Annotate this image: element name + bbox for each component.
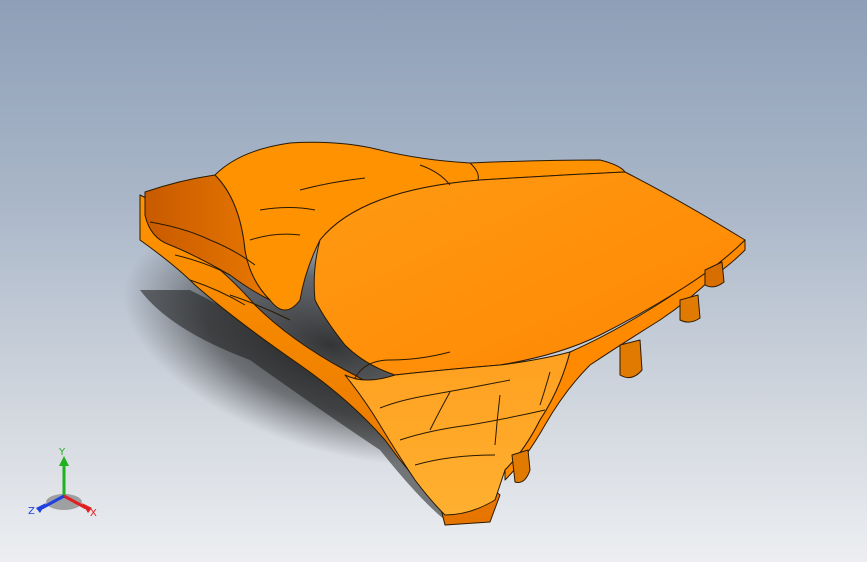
model-view[interactable] [0,0,867,562]
mount-tab-1 [511,449,531,483]
mount-tab-2 [619,339,643,379]
mount-tab-3 [679,294,701,323]
y-axis-label: Y [58,447,66,458]
z-axis-label: Z [28,506,35,517]
axis-triad[interactable]: Y X Z [22,444,106,528]
cad-viewport[interactable]: Y X Z [0,0,867,562]
x-axis-label: X [90,508,97,519]
seat-top-surface [313,171,746,376]
